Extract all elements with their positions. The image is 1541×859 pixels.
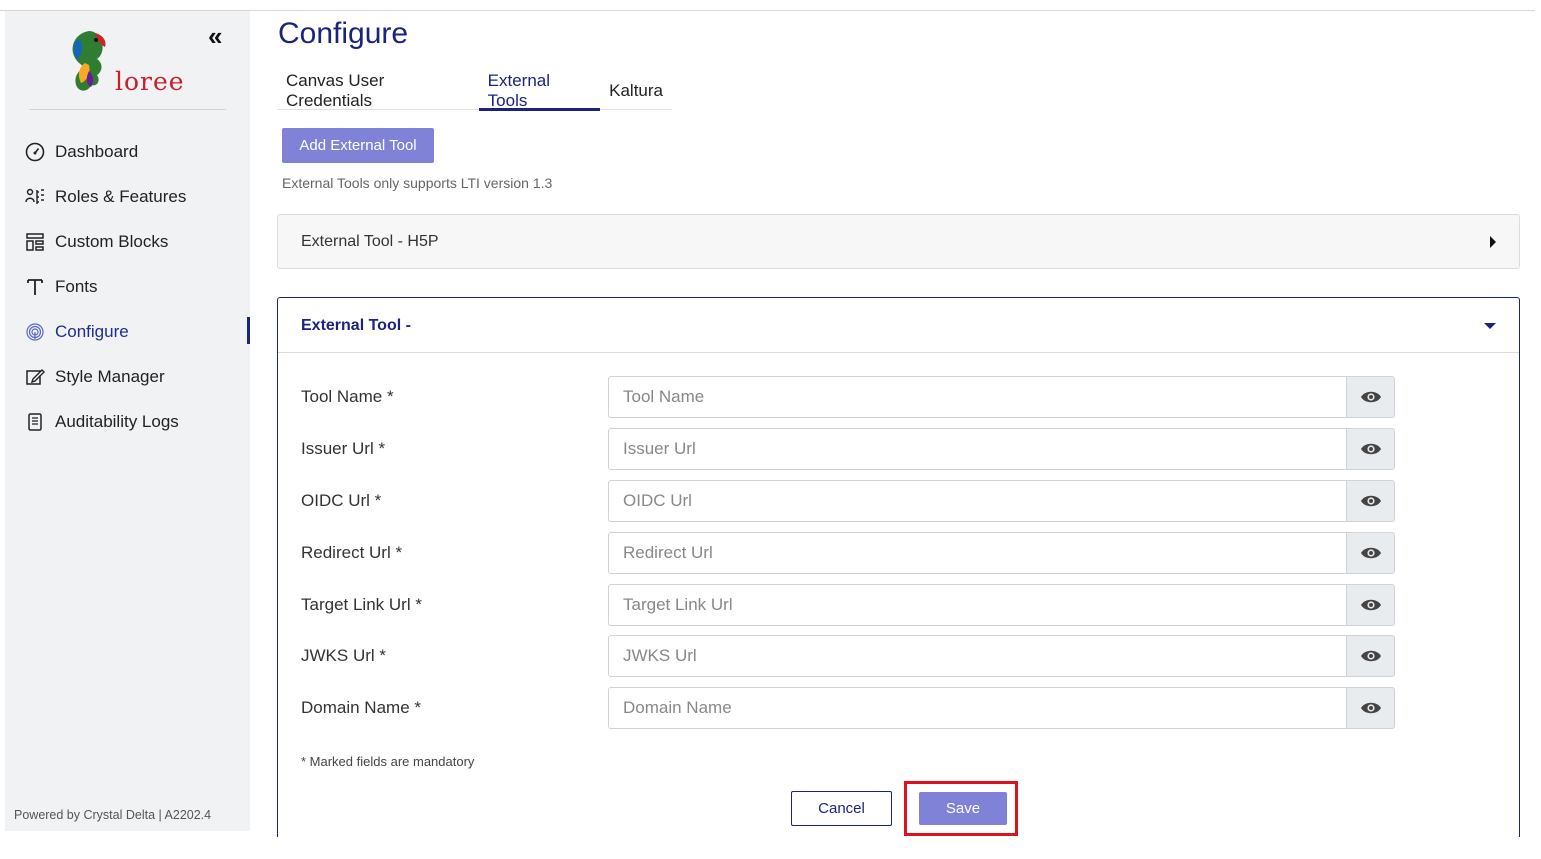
caret-right-icon: [1490, 236, 1496, 248]
sidebar-item-auditability-logs[interactable]: Auditability Logs: [5, 399, 250, 444]
accordion-external-tool-new: External Tool - Tool Name * Issuer Url *…: [277, 297, 1520, 837]
form-row-domain-name: Domain Name *: [278, 687, 1519, 729]
jwks-url-input[interactable]: [608, 635, 1346, 677]
sidebar-nav: Dashboard Roles & Features Custom Blocks…: [5, 129, 250, 444]
roles-icon: [23, 185, 47, 209]
eye-icon[interactable]: [1346, 687, 1395, 729]
form-row-redirect-url: Redirect Url *: [278, 532, 1519, 574]
sidebar-item-label: Dashboard: [55, 141, 139, 161]
target-link-url-input[interactable]: [608, 584, 1346, 626]
sidebar-item-roles-features[interactable]: Roles & Features: [5, 174, 250, 219]
tab-external-tools[interactable]: External Tools: [478, 71, 601, 111]
page-title: Configure: [278, 17, 409, 50]
sidebar-item-configure[interactable]: Configure: [5, 309, 250, 354]
parrot-logo-icon: [72, 31, 106, 91]
sidebar-item-label: Custom Blocks: [55, 231, 169, 251]
accordion-title: External Tool -: [301, 317, 411, 334]
accordion-header[interactable]: External Tool -: [278, 298, 1519, 353]
domain-name-input[interactable]: [608, 687, 1346, 729]
tool-name-input[interactable]: [608, 376, 1346, 418]
field-label: OIDC Url *: [301, 491, 382, 510]
form-row-oidc-url: OIDC Url *: [278, 480, 1519, 522]
field-label: Target Link Url *: [301, 595, 422, 614]
log-icon: [23, 410, 47, 434]
sidebar-item-custom-blocks[interactable]: Custom Blocks: [5, 219, 250, 264]
edit-icon: [23, 365, 47, 389]
eye-icon[interactable]: [1346, 376, 1395, 418]
field-label: JWKS Url *: [301, 646, 386, 665]
blocks-icon: [23, 230, 47, 254]
form-row-tool-name: Tool Name *: [278, 376, 1519, 418]
loree-logo: loree: [67, 27, 197, 97]
add-external-tool-button[interactable]: Add External Tool: [282, 128, 434, 163]
field-label: Domain Name *: [301, 698, 421, 717]
eye-icon[interactable]: [1346, 635, 1395, 677]
powered-by-text: Powered by Crystal Delta | A2202.4: [14, 808, 212, 822]
sidebar-item-label: Roles & Features: [55, 186, 187, 206]
cancel-button[interactable]: Cancel: [791, 791, 892, 826]
form-row-target-link-url: Target Link Url *: [278, 584, 1519, 626]
field-label: Tool Name *: [301, 387, 394, 406]
tab-bar: Canvas User Credentials External Tools K…: [277, 71, 672, 111]
sidebar-item-label: Configure: [55, 321, 129, 341]
tab-canvas-user-credentials[interactable]: Canvas User Credentials: [277, 71, 479, 110]
sidebar: loree « Dashboard Roles & Features Custo…: [5, 11, 250, 831]
issuer-url-input[interactable]: [608, 428, 1346, 470]
field-label: Redirect Url *: [301, 543, 403, 562]
lti-version-note: External Tools only supports LTI version…: [282, 175, 553, 191]
mandatory-note: * Marked fields are mandatory: [301, 754, 475, 769]
font-icon: [23, 275, 47, 299]
sidebar-divider: [29, 109, 226, 110]
eye-icon[interactable]: [1346, 428, 1395, 470]
form-row-issuer-url: Issuer Url *: [278, 428, 1519, 470]
fingerprint-icon: [23, 320, 47, 344]
sidebar-item-label: Auditability Logs: [55, 411, 179, 431]
sidebar-item-label: Fonts: [55, 276, 98, 296]
caret-down-icon: [1484, 323, 1496, 329]
sidebar-item-fonts[interactable]: Fonts: [5, 264, 250, 309]
eye-icon[interactable]: [1346, 532, 1395, 574]
gauge-icon: [23, 140, 47, 164]
sidebar-item-dashboard[interactable]: Dashboard: [5, 129, 250, 174]
double-chevron-left-icon[interactable]: «: [208, 23, 222, 49]
eye-icon[interactable]: [1346, 584, 1395, 626]
logo-text: loree: [115, 67, 185, 96]
sidebar-item-label: Style Manager: [55, 366, 165, 386]
oidc-url-input[interactable]: [608, 480, 1346, 522]
form-row-jwks-url: JWKS Url *: [278, 635, 1519, 677]
field-label: Issuer Url *: [301, 439, 386, 458]
redirect-url-input[interactable]: [608, 532, 1346, 574]
tab-kaltura[interactable]: Kaltura: [600, 72, 672, 110]
accordion-external-tool-h5p[interactable]: External Tool - H5P: [277, 214, 1520, 269]
sidebar-item-style-manager[interactable]: Style Manager: [5, 354, 250, 399]
accordion-title: External Tool - H5P: [301, 233, 439, 250]
eye-icon[interactable]: [1346, 480, 1395, 522]
save-button[interactable]: Save: [919, 792, 1007, 825]
